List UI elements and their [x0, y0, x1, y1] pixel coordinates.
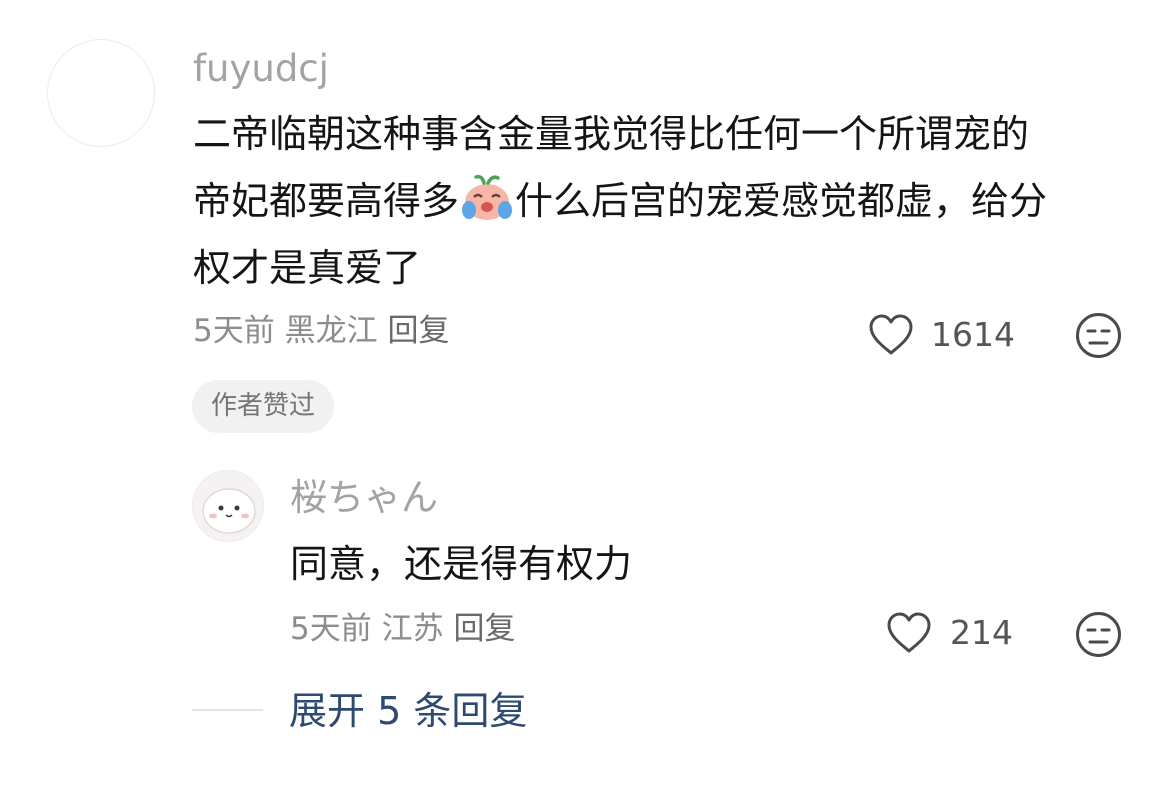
comment-text-line-3: 权才是真爱了 [193, 246, 422, 290]
crying-laughing-radish-emoji-icon [460, 172, 514, 222]
like-count: 1614 [931, 315, 1015, 354]
avatar[interactable] [47, 39, 155, 147]
reply-meta: 5天前 江苏 回复 [290, 614, 515, 645]
comment-text-segment: 帝妃都要高得多 [193, 179, 460, 223]
comment-text-line-2: 帝妃都要高得多 什么后宫的宠爱感觉都虚，给分 [193, 168, 1047, 234]
reply-time: 5天前 [290, 611, 372, 647]
meh-face-icon[interactable] [1075, 611, 1122, 658]
reply-button[interactable]: 回复 [453, 611, 515, 647]
comment-text-line-1: 二帝临朝这种事含金量我觉得比任何一个所谓宠的 [193, 112, 1030, 156]
author-liked-badge: 作者赞过 [192, 380, 335, 433]
comment-username[interactable]: fuyudcj [193, 50, 329, 87]
reply-location: 江苏 [381, 611, 444, 647]
comment-text-segment: 什么后宫的宠爱感觉都虚，给分 [515, 179, 1048, 223]
comment-meta: 5天前 黑龙江 回复 [193, 316, 449, 347]
comment-time: 5天前 [193, 313, 275, 349]
meh-face-icon[interactable] [1075, 312, 1122, 359]
comment-location: 黑龙江 [284, 313, 378, 349]
heart-outline-icon[interactable] [867, 313, 915, 357]
expand-replies-button[interactable]: 展开 5 条回复 [289, 692, 527, 730]
expand-divider [192, 709, 263, 711]
reply-text: 同意，还是得有权力 [290, 542, 633, 586]
heart-outline-icon[interactable] [885, 611, 933, 655]
reply-like-count: 214 [950, 613, 1013, 652]
reply-avatar[interactable] [192, 470, 264, 542]
reply-button[interactable]: 回复 [387, 313, 449, 349]
reply-username[interactable]: 桜ちゃん [290, 479, 438, 516]
